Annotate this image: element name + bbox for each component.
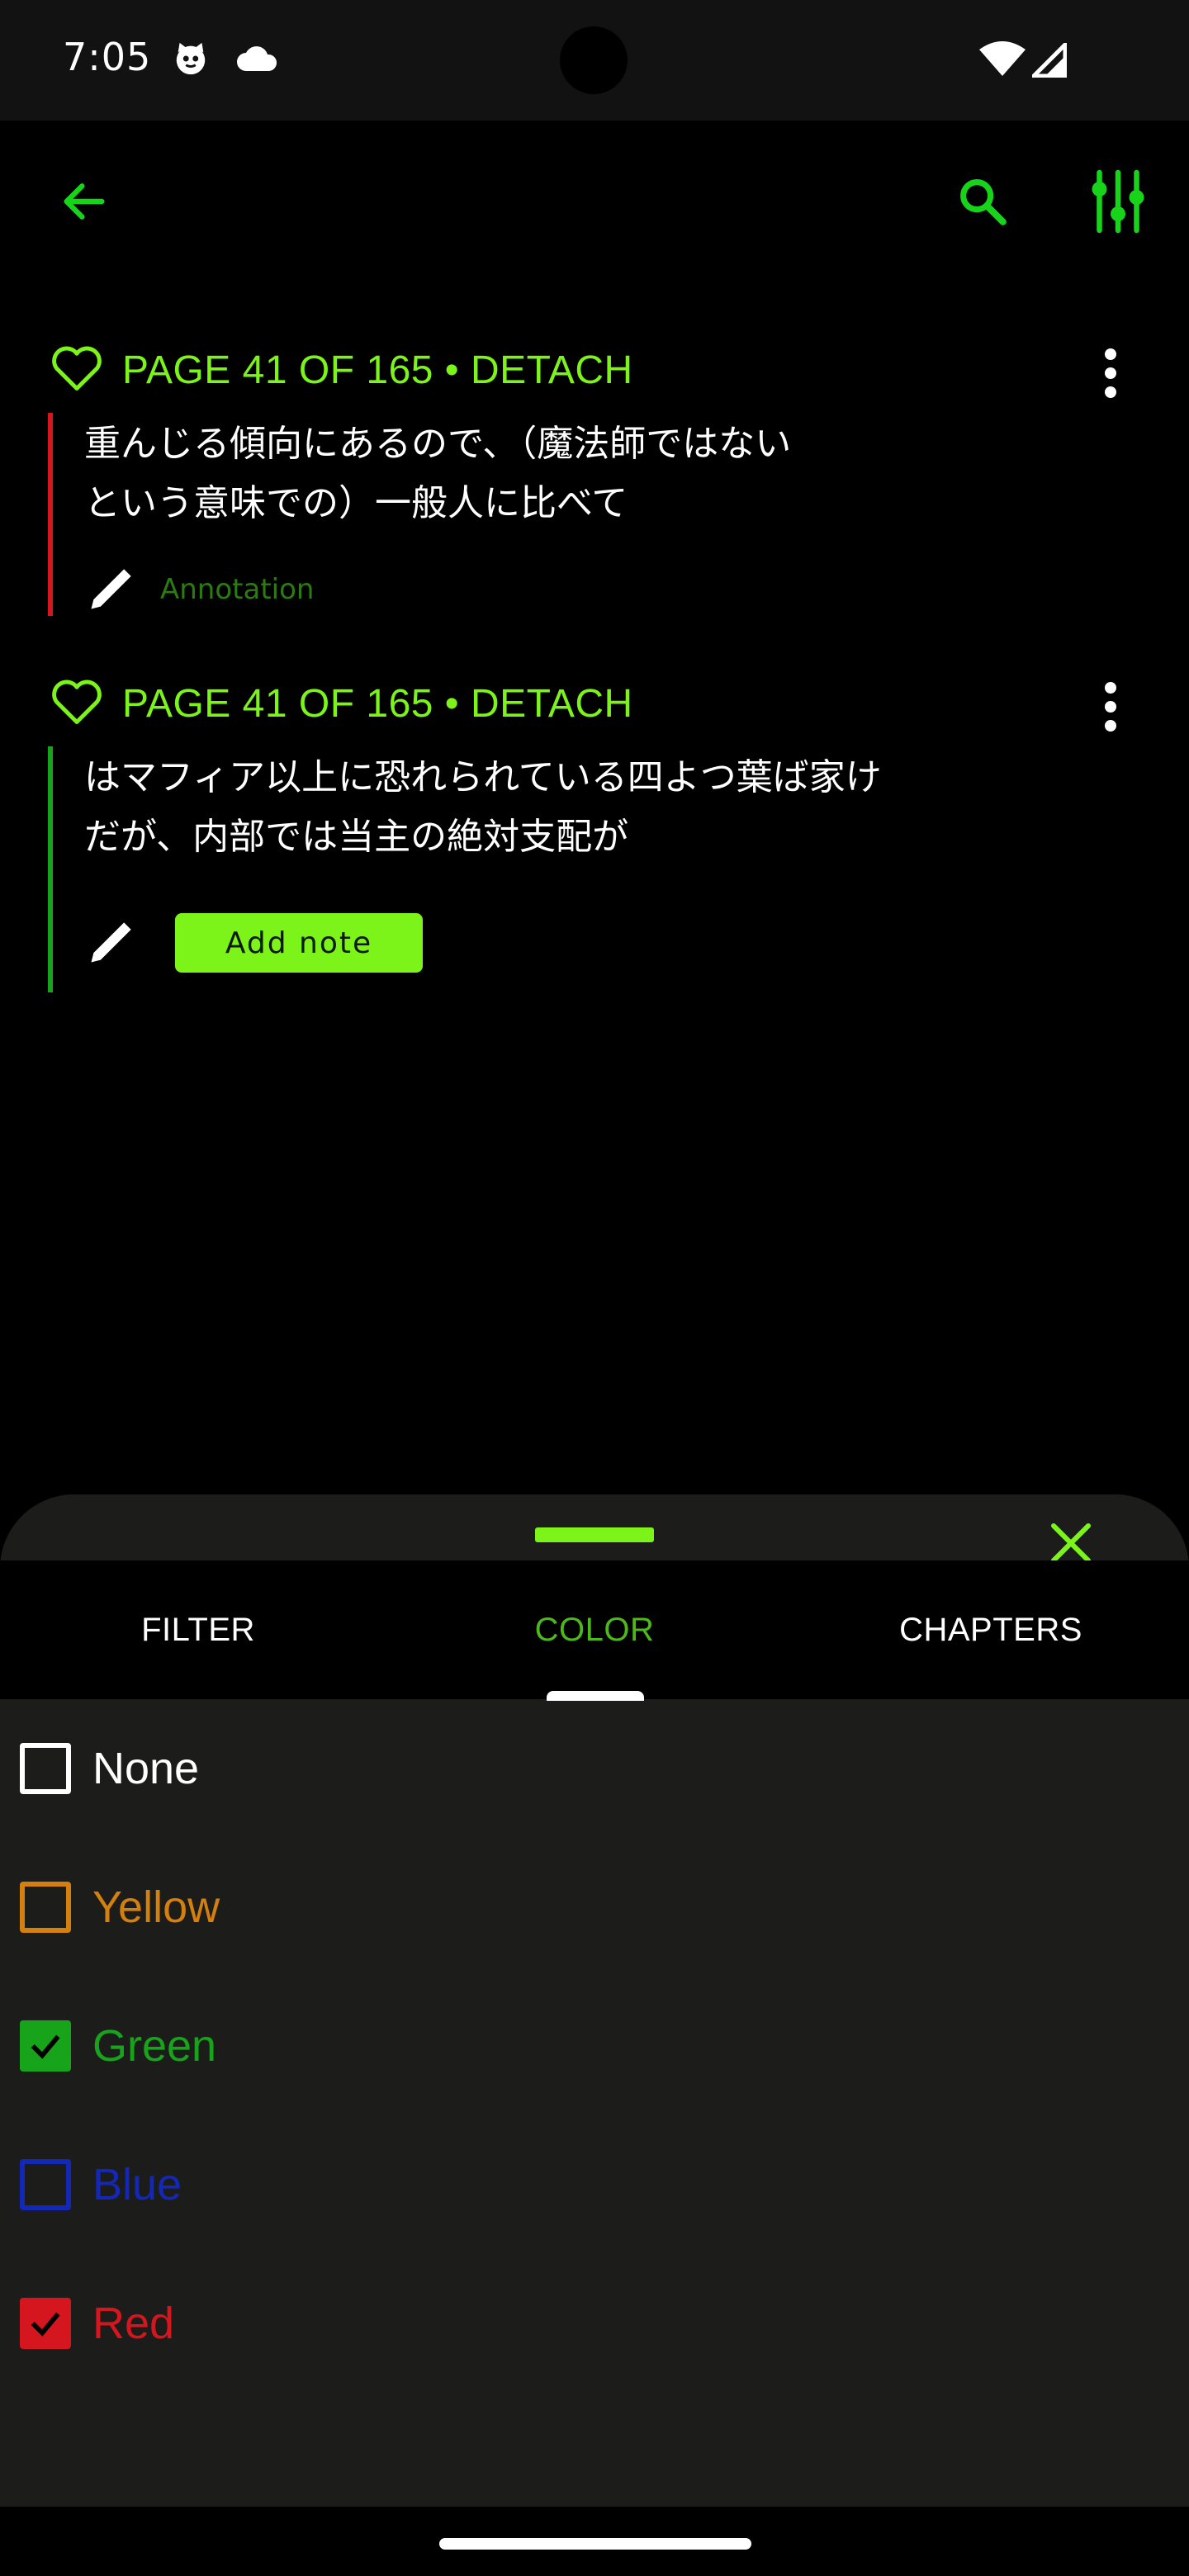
highlight-text[interactable]: 重んじる傾向にあるので、（魔法師ではない という意味での）一般人に比べて	[84, 414, 1042, 533]
cloud-icon	[234, 45, 277, 76]
annotation-row[interactable]: Annotation	[84, 556, 314, 623]
more-options-button[interactable]	[1090, 348, 1131, 398]
add-note-button[interactable]: Add note	[175, 913, 423, 973]
checkbox-yellow[interactable]	[20, 1882, 71, 1933]
option-label: Yellow	[92, 1882, 220, 1932]
pencil-icon[interactable]	[84, 560, 140, 619]
checkbox-none[interactable]	[20, 1743, 71, 1794]
color-option-yellow[interactable]: Yellow	[0, 1838, 1189, 1977]
more-vertical-icon	[1105, 348, 1116, 398]
option-label: Blue	[92, 2160, 182, 2209]
heart-icon[interactable]	[50, 677, 104, 730]
color-option-none[interactable]: None	[0, 1699, 1189, 1838]
tab-color[interactable]: COLOR	[396, 1560, 793, 1699]
color-option-red[interactable]: Red	[0, 2254, 1189, 2393]
highlight-text-line: 重んじる傾向にあるので、（魔法師ではない	[84, 423, 792, 465]
color-option-blue[interactable]: Blue	[0, 2115, 1189, 2254]
highlight-color-bar	[48, 746, 53, 992]
tab-chapters[interactable]: CHAPTERS	[793, 1560, 1189, 1699]
checkbox-red[interactable]	[20, 2298, 71, 2349]
toolbar	[0, 121, 1189, 282]
camera-cutout	[560, 26, 628, 94]
highlight-header: PAGE 41 OF 165 • DETACH	[50, 337, 633, 403]
back-button[interactable]	[45, 162, 124, 241]
more-options-button[interactable]	[1090, 682, 1131, 732]
checkmark-icon	[31, 2034, 60, 2059]
home-gesture-bar[interactable]	[439, 2538, 751, 2550]
status-bar: 7:05	[0, 0, 1189, 121]
highlight-header: PAGE 41 OF 165 • DETACH	[50, 670, 633, 736]
highlight-meta[interactable]: PAGE 41 OF 165 • DETACH	[122, 681, 633, 727]
heart-icon[interactable]	[50, 343, 104, 396]
cat-face-icon	[172, 40, 210, 81]
highlight-text-line: はマフィア以上に恐れられている四よつ葉ば家け	[84, 756, 882, 798]
highlight-item[interactable]: PAGE 41 OF 165 • DETACH 重んじる傾向にあるので、（魔法師…	[0, 337, 1189, 618]
option-label: None	[92, 1744, 200, 1793]
filter-settings-button[interactable]	[1078, 162, 1158, 241]
arrow-left-icon	[64, 183, 105, 220]
highlight-text-line: だが、内部では当主の絶対支配が	[84, 816, 629, 858]
option-label: Green	[92, 2021, 217, 2071]
search-icon	[960, 179, 1007, 225]
status-time: 7:05	[63, 35, 152, 79]
highlight-text[interactable]: はマフィア以上に恐れられている四よつ葉ば家け だが、内部では当主の絶対支配が	[84, 748, 1042, 867]
highlight-meta[interactable]: PAGE 41 OF 165 • DETACH	[122, 348, 633, 393]
color-option-green[interactable]: Green	[0, 1977, 1189, 2115]
highlight-text-line: という意味での）一般人に比べて	[84, 482, 628, 524]
signal-icon	[1028, 39, 1068, 81]
tab-filter[interactable]: FILTER	[0, 1560, 396, 1699]
drag-handle[interactable]	[535, 1527, 654, 1542]
checkmark-icon	[31, 2312, 60, 2337]
sliders-icon	[1092, 169, 1144, 234]
navigation-bar	[0, 2507, 1189, 2576]
option-label: Red	[92, 2299, 175, 2348]
close-icon	[1050, 1522, 1092, 1564]
checkbox-green[interactable]	[20, 2020, 71, 2072]
search-button[interactable]	[943, 162, 1022, 241]
annotation-row: Add note	[84, 910, 423, 976]
highlight-color-bar	[48, 413, 53, 616]
sheet-tabs: FILTER COLOR CHAPTERS	[0, 1560, 1189, 1699]
checkbox-blue[interactable]	[20, 2159, 71, 2210]
annotation-placeholder[interactable]: Annotation	[160, 573, 314, 606]
screen: 7:05 PAGE 41 OF 165 • DETACH 重んじる傾向にあるので…	[0, 0, 1189, 2576]
more-vertical-icon	[1105, 682, 1116, 732]
highlight-item[interactable]: PAGE 41 OF 165 • DETACH はマフィア以上に恐れられている四…	[0, 670, 1189, 1001]
pencil-icon[interactable]	[84, 913, 140, 973]
bottom-sheet: FILTER COLOR CHAPTERS None Yellow Green	[0, 1494, 1189, 2576]
wifi-icon	[979, 41, 1026, 81]
